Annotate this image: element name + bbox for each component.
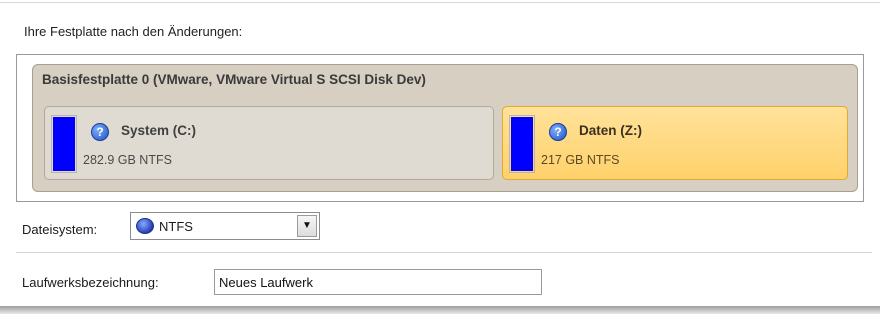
partition-size: 217 GB NTFS: [541, 153, 620, 167]
divider: [16, 252, 872, 253]
chevron-down-icon[interactable]: ▼: [297, 215, 317, 237]
top-divider: [0, 2, 880, 3]
partition-system-c[interactable]: ? System (C:) 282.9 GB NTFS: [44, 106, 494, 180]
help-icon[interactable]: ?: [91, 123, 109, 141]
partition-daten-z[interactable]: ? Daten (Z:) 217 GB NTFS: [502, 106, 848, 180]
ntfs-disk-icon: [136, 218, 154, 234]
disk-title: Basisfestplatte 0 (VMware, VMware Virtua…: [42, 72, 426, 87]
partition-name: Daten (Z:): [579, 123, 642, 138]
help-icon[interactable]: ?: [549, 123, 567, 141]
filesystem-label: Dateisystem:: [22, 222, 98, 237]
usage-bar: [53, 117, 75, 171]
volume-label-input[interactable]: [214, 269, 542, 295]
partition-name: System (C:): [121, 123, 197, 138]
usage-bar: [511, 117, 533, 171]
section-caption: Ihre Festplatte nach den Änderungen:: [24, 24, 243, 39]
partition-size: 282.9 GB NTFS: [83, 153, 172, 167]
filesystem-value: NTFS: [159, 219, 193, 234]
volume-label-label: Laufwerksbezeichnung:: [22, 275, 159, 290]
filesystem-select[interactable]: NTFS ▼: [130, 212, 320, 240]
bottom-shadow: [0, 306, 880, 314]
